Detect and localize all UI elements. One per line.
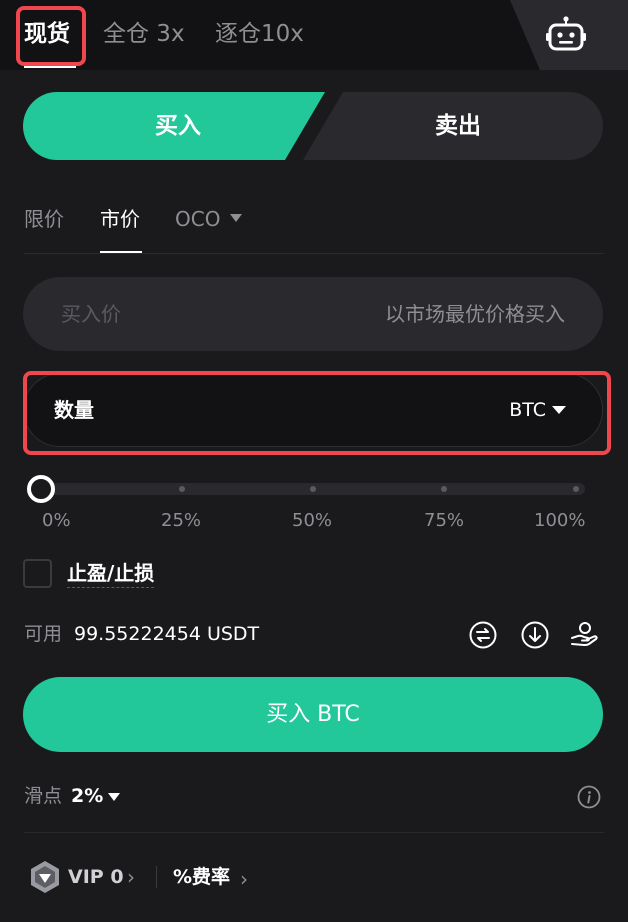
amount-slider[interactable] bbox=[30, 483, 585, 495]
slider-tick bbox=[441, 486, 447, 492]
tpsl-checkbox[interactable] bbox=[23, 559, 52, 588]
tab-isolated-margin[interactable]: 逐仓10x bbox=[215, 16, 304, 52]
loan-icon[interactable] bbox=[570, 621, 600, 649]
slippage-label: 滑点 bbox=[24, 785, 63, 807]
vip-level[interactable]: VIP 0 › bbox=[28, 860, 143, 894]
deposit-icon[interactable] bbox=[521, 621, 549, 649]
chevron-right-icon: › bbox=[127, 865, 135, 889]
available-label: 可用 bbox=[24, 623, 63, 645]
chevron-right-icon[interactable]: › bbox=[240, 864, 248, 894]
slider-tick bbox=[310, 486, 316, 492]
divider bbox=[24, 253, 604, 254]
slider-tick bbox=[573, 486, 579, 492]
robot-icon[interactable] bbox=[546, 16, 586, 52]
slider-tick bbox=[179, 486, 185, 492]
order-type-market[interactable]: 市价 bbox=[100, 204, 140, 234]
buy-button-label: 买入 bbox=[155, 113, 201, 139]
slider-mark-0[interactable]: 0% bbox=[42, 509, 71, 533]
divider bbox=[24, 832, 604, 833]
slider-thumb[interactable] bbox=[27, 475, 55, 503]
header: 现货 全仓 3x 逐仓10x bbox=[0, 0, 628, 70]
info-icon[interactable] bbox=[577, 785, 601, 809]
vip-badge-icon bbox=[31, 861, 59, 893]
fee-rate-link[interactable]: %费率 bbox=[173, 862, 230, 892]
tab-spot-highlight bbox=[16, 6, 86, 66]
caret-down-icon[interactable] bbox=[230, 214, 242, 222]
slider-mark-25[interactable]: 25% bbox=[161, 509, 201, 533]
price-field: 买入价 以市场最优价格买入 bbox=[23, 277, 603, 351]
tpsl-label[interactable]: 止盈/止损 bbox=[67, 559, 155, 588]
order-panel: 现货 全仓 3x 逐仓10x 买入 卖出 限价 市价 OCO 买入价 以市场最优… bbox=[0, 0, 628, 922]
vip-label: VIP 0 bbox=[68, 866, 124, 888]
buy-sell-toggle: 买入 卖出 bbox=[23, 92, 603, 160]
caret-down-icon[interactable] bbox=[108, 793, 120, 801]
slider-mark-100[interactable]: 100% bbox=[534, 509, 585, 533]
available-value: 99.55222454 USDT bbox=[74, 623, 260, 645]
submit-buy-button[interactable]: 买入 BTC bbox=[23, 677, 603, 752]
tab-active-underline bbox=[24, 66, 76, 68]
slippage-value[interactable]: 2% bbox=[71, 783, 103, 809]
separator bbox=[156, 866, 157, 888]
price-field-label: 买入价 bbox=[61, 302, 121, 326]
submit-buy-label: 买入 BTC bbox=[266, 702, 360, 727]
order-type-limit[interactable]: 限价 bbox=[24, 204, 64, 234]
slider-mark-50[interactable]: 50% bbox=[292, 509, 332, 533]
sell-button-label: 卖出 bbox=[435, 113, 481, 139]
tab-cross-margin[interactable]: 全仓 3x bbox=[103, 16, 185, 52]
price-field-value: 以市场最优价格买入 bbox=[385, 302, 565, 326]
order-type-oco[interactable]: OCO bbox=[175, 204, 220, 234]
quantity-field-highlight bbox=[23, 371, 611, 455]
transfer-icon[interactable] bbox=[469, 621, 497, 649]
slider-mark-75[interactable]: 75% bbox=[424, 509, 464, 533]
